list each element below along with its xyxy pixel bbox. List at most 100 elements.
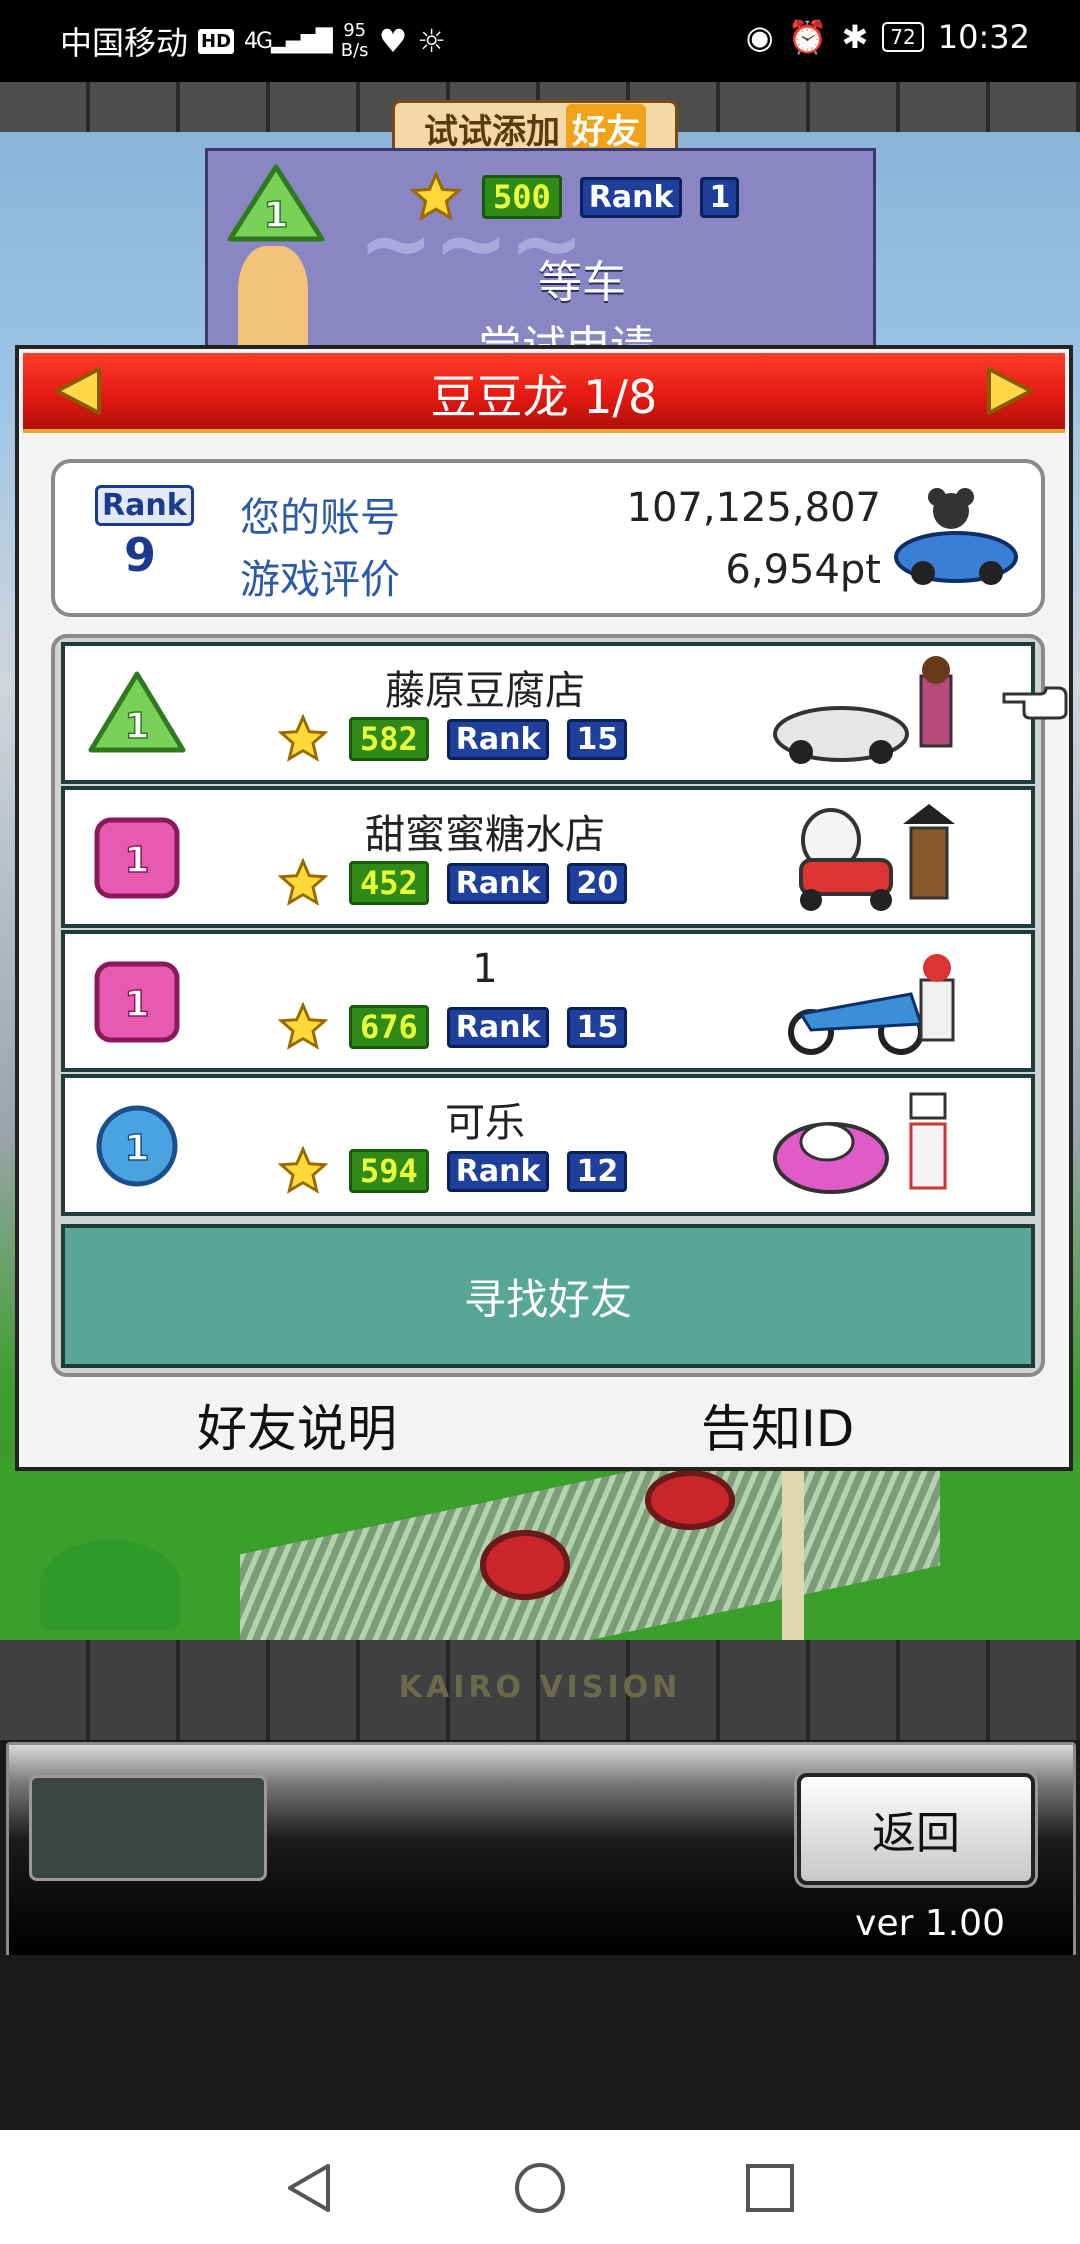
promo-stars-value: 500 — [482, 175, 562, 219]
account-label: 您的账号 — [240, 495, 400, 541]
friend-help-button[interactable]: 好友说明 — [197, 1389, 397, 1461]
friend-rank-label: Rank — [446, 1006, 550, 1048]
next-page-button[interactable] — [981, 365, 1037, 417]
account-value: 107,125,807 — [626, 485, 881, 531]
promo-rank-value: 1 — [700, 176, 740, 218]
nav-recents-icon — [746, 2164, 794, 2212]
friend-rank: 15 — [567, 718, 628, 760]
star-icon — [277, 1002, 329, 1050]
star-icon — [277, 1146, 329, 1194]
friend-row[interactable]: 1 藤原豆腐店 582 Rank 15 — [61, 642, 1035, 784]
tree-trunk — [782, 1460, 804, 1640]
friend-rank: 15 — [567, 1006, 628, 1048]
friends-list: 1 藤原豆腐店 582 Rank 15 1 甜蜜蜜糖水店 452 Rank 20… — [51, 634, 1045, 1377]
alarm-icon: ⏰ — [787, 18, 828, 56]
triangle-badge-icon: 1 — [227, 164, 325, 242]
friend-rank: 20 — [567, 862, 628, 904]
friend-row[interactable]: 1 甜蜜蜜糖水店 452 Rank 20 — [61, 786, 1035, 928]
blue-car-icon — [894, 488, 1018, 585]
friend-name: 藤原豆腐店 — [385, 668, 585, 714]
girl-sprite — [238, 246, 308, 351]
friend-stars: 582 — [349, 717, 429, 761]
rating-label: 游戏评价 — [240, 557, 400, 603]
friend-row[interactable]: 1 可乐 594 Rank 12 — [61, 1074, 1035, 1216]
promo-rank-label: Rank — [579, 176, 683, 218]
nav-home-icon — [515, 2163, 565, 2213]
palm-tree — [40, 1540, 180, 1630]
control-bar: 返回 ver 1.00 — [6, 1742, 1076, 1958]
square-badge-icon: 1 — [94, 961, 180, 1043]
account-rank-value: 9 — [123, 528, 156, 582]
speed-unit: B/s — [340, 40, 369, 61]
pointing-hand-icon — [1002, 686, 1068, 720]
friend-stats: 452 Rank 20 — [275, 858, 628, 908]
friend-name: 1 — [472, 946, 498, 992]
nav-home-button[interactable] — [512, 2160, 568, 2216]
nav-back-icon — [288, 2164, 330, 2212]
star-icon — [277, 858, 329, 906]
friend-stars: 676 — [349, 1005, 429, 1049]
find-friend-button[interactable]: 寻找好友 — [61, 1224, 1035, 1368]
friend-stats: 676 Rank 15 — [275, 1002, 628, 1052]
speed-value: 95 — [343, 20, 367, 41]
promo-badge-value: 1 — [263, 195, 288, 236]
friend-stars: 452 — [349, 861, 429, 905]
panel-title: 豆豆龙 1/8 — [430, 370, 658, 424]
promo-card[interactable]: ~~~ 1 500 Rank 1 等车 尝试申请 — [205, 148, 876, 354]
rating-value: 6,954pt — [725, 547, 881, 593]
carrier-label: 中国移动 — [60, 24, 189, 62]
friend-rank: 12 — [567, 1150, 628, 1192]
flower-bush — [645, 1470, 735, 1530]
friend-stats: 594 Rank 12 — [275, 1146, 628, 1196]
friend-badge-value: 1 — [124, 984, 149, 1025]
signal-icon: 4G▂▄▆█ — [244, 28, 333, 54]
empty-button-slot — [29, 1775, 267, 1881]
account-summary: Rank 9 您的账号 107,125,807 游戏评价 6,954pt — [51, 459, 1045, 617]
back-button[interactable]: 返回 — [797, 1773, 1035, 1885]
network-speed: 95 B/s — [341, 21, 369, 61]
kairo-vision-logo: KAIRO VISION — [398, 1670, 682, 1705]
eye-icon: ◉ — [745, 18, 774, 56]
blank-area — [0, 1955, 1080, 2130]
friend-rank-label: Rank — [446, 1150, 550, 1192]
friend-stats: 582 Rank 15 — [275, 714, 628, 764]
white-car-driver-icon — [773, 656, 953, 764]
promo-waiting-text: 等车 — [538, 257, 626, 308]
circle-badge-icon: 1 — [96, 1105, 178, 1187]
account-rank-label: Rank — [95, 485, 194, 526]
system-nav-bar — [0, 2130, 1080, 2244]
signal-type-label: 4G — [244, 28, 273, 54]
bluetooth-icon: ✱ — [841, 18, 869, 56]
friend-stars: 594 — [349, 1149, 429, 1193]
promo-stats: 500 Rank 1 — [408, 171, 740, 223]
panel-header: 豆豆龙 1/8 — [23, 353, 1065, 433]
brightness-icon: ☼ — [417, 22, 446, 60]
star-icon — [277, 714, 329, 762]
friends-panel: 豆豆龙 1/8 Rank 9 您的账号 107,125,807 游戏评价 6,9… — [15, 345, 1073, 1471]
triangle-right-icon — [987, 367, 1033, 415]
flower-bush — [480, 1530, 570, 1600]
friend-badge-value: 1 — [124, 706, 149, 747]
account-rank: Rank 9 — [95, 485, 194, 582]
notify-id-button[interactable]: 告知ID — [701, 1389, 854, 1461]
status-bar: 中国移动 HD 4G▂▄▆█ 95 B/s ♥ ☼ ◉ ⏰ ✱ 72 10:32 — [0, 0, 1080, 82]
try-add-prefix: 试试添加 — [424, 111, 560, 152]
triangle-badge-icon: 1 — [88, 671, 186, 753]
friend-rank-label: Rank — [446, 862, 550, 904]
nav-recents-button[interactable] — [742, 2160, 798, 2216]
friend-rank-label: Rank — [446, 718, 550, 760]
battery-indicator: 72 — [882, 22, 924, 52]
friend-name: 可乐 — [445, 1100, 525, 1146]
friend-name: 甜蜜蜜糖水店 — [365, 812, 605, 858]
status-right: ◉ ⏰ ✱ 72 10:32 — [746, 18, 1030, 56]
nav-back-button[interactable] — [282, 2160, 338, 2216]
square-badge-icon: 1 — [94, 817, 180, 899]
friend-row[interactable]: 1 1 676 Rank 15 — [61, 930, 1035, 1072]
friend-badge-value: 1 — [124, 1128, 149, 1169]
status-left: 中国移动 HD 4G▂▄▆█ 95 B/s ♥ ☼ — [60, 18, 446, 64]
duck-car-pirate-icon — [799, 804, 955, 911]
health-icon: ♥ — [378, 22, 408, 60]
try-add-highlight: 好友 — [566, 103, 646, 153]
hd-icon: HD — [198, 28, 235, 54]
clock: 10:32 — [937, 18, 1030, 56]
